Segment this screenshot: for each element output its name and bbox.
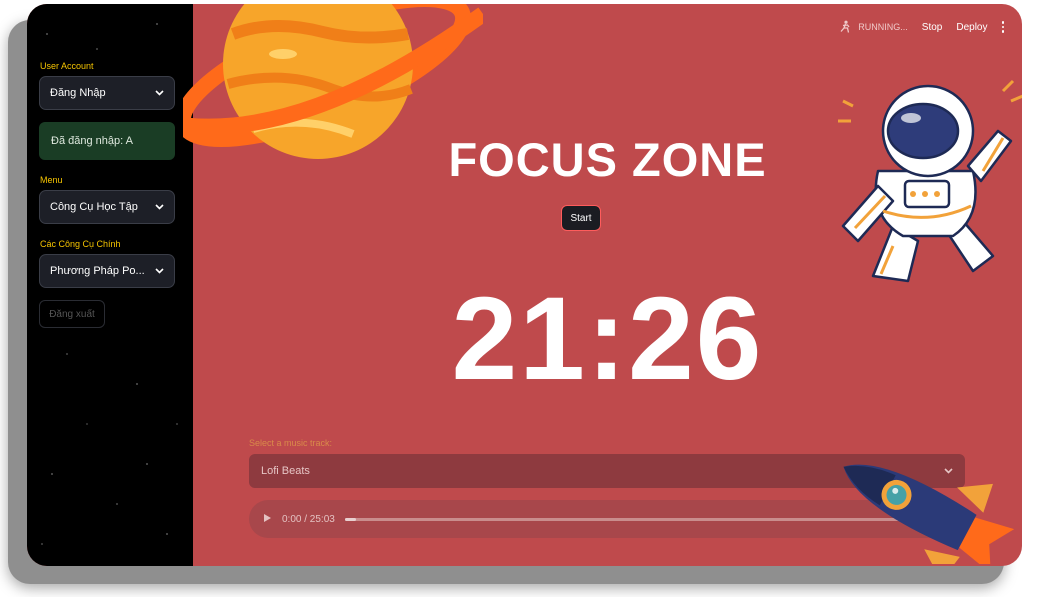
chevron-down-icon <box>154 88 164 98</box>
start-button[interactable]: Start <box>561 205 601 231</box>
tools-label: Các Công Cụ Chính <box>40 239 121 249</box>
running-status: RUNNING... <box>838 20 908 34</box>
rocket-illustration <box>843 464 1015 564</box>
menu-select-value: Công Cụ Học Tập <box>50 201 138 213</box>
chevron-down-icon <box>154 202 164 212</box>
running-status-text: RUNNING... <box>858 22 908 32</box>
sidebar: User Account Đăng Nhập Đã đăng nhập: A M… <box>27 4 193 566</box>
music-select-label: Select a music track: <box>249 438 333 448</box>
running-icon <box>840 20 850 33</box>
more-menu-icon[interactable] <box>1001 21 1004 33</box>
deploy-button[interactable]: Deploy <box>956 22 987 33</box>
tools-select-value: Phương Pháp Po... <box>50 265 145 277</box>
login-status-text: Đã đăng nhập: A <box>51 135 133 147</box>
account-select-value: Đăng Nhập <box>50 87 106 99</box>
main-area: RUNNING... Stop Deploy FOCUS ZONE Start … <box>183 4 1022 566</box>
account-select[interactable]: Đăng Nhập <box>39 76 175 110</box>
astronaut-illustration <box>838 79 1022 283</box>
audio-progress-fill <box>344 517 357 521</box>
countdown-timer: 21:26 <box>451 273 764 405</box>
app-window: User Account Đăng Nhập Đã đăng nhập: A M… <box>27 4 1022 566</box>
stop-button[interactable]: Stop <box>922 22 943 33</box>
play-icon[interactable] <box>263 513 272 526</box>
menu-select[interactable]: Công Cụ Học Tập <box>39 190 175 224</box>
tools-select[interactable]: Phương Pháp Po... <box>39 254 175 288</box>
audio-time: 0:00 / 25:03 <box>282 513 335 525</box>
user-account-label: User Account <box>40 61 94 71</box>
page-title: FOCUS ZONE <box>448 133 767 186</box>
login-status-alert: Đã đăng nhập: A <box>39 122 175 160</box>
top-toolbar: RUNNING... Stop Deploy <box>838 20 1004 34</box>
logout-button[interactable]: Đăng xuất <box>39 300 105 328</box>
chevron-down-icon <box>154 266 164 276</box>
menu-label: Menu <box>40 175 63 185</box>
